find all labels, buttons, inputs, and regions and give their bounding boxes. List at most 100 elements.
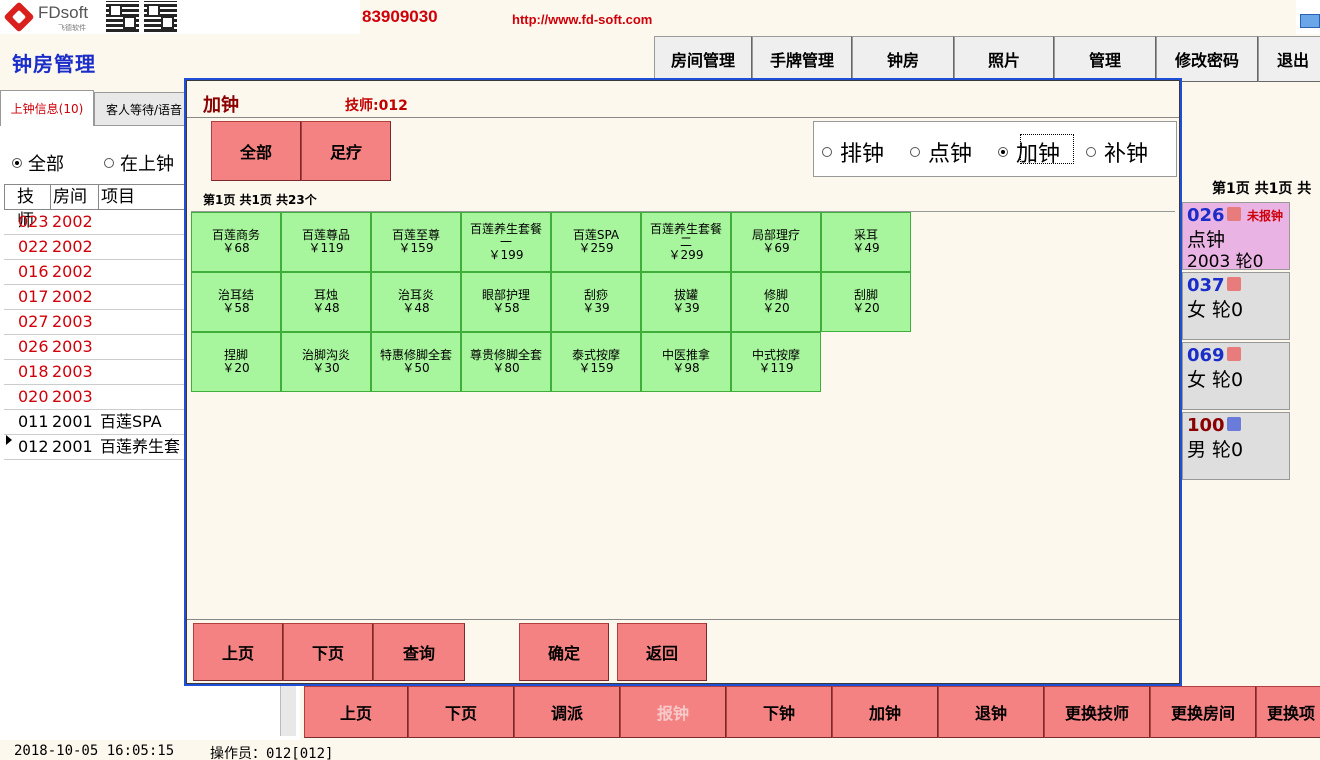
action-button-8[interactable]: 更换房间	[1150, 686, 1256, 738]
cell-tech: 016	[18, 262, 49, 281]
tech-card[interactable]: 100 男 轮0	[1182, 412, 1290, 480]
table-row[interactable]: 018 2003	[4, 360, 186, 385]
action-button-0[interactable]: 上页	[304, 686, 408, 738]
filter-all-radio[interactable]: 全部	[12, 150, 64, 176]
website-url[interactable]: http://www.fd-soft.com	[512, 12, 652, 27]
action-button-9[interactable]: 更换项	[1256, 686, 1320, 738]
cell-tech: 027	[18, 312, 49, 331]
cell-tech: 020	[18, 387, 49, 406]
action-button-2[interactable]: 调派	[514, 686, 620, 738]
filter-all-label: 全部	[28, 154, 64, 175]
cell-tech: 011	[18, 412, 49, 431]
mode-dian-radio[interactable]: 点钟	[910, 136, 972, 168]
service-item-button[interactable]: 眼部护理 ￥58	[461, 272, 551, 332]
tech-card[interactable]: 026 未报钟 点钟 2003 轮0	[1182, 202, 1290, 272]
nav-room-management[interactable]: 房间管理	[654, 36, 752, 82]
cell-tech: 012	[18, 437, 49, 456]
column-header-tech: 技师	[15, 185, 51, 231]
service-item-button[interactable]: 治耳结 ￥58	[191, 272, 281, 332]
window-corner-button[interactable]	[1300, 14, 1320, 28]
service-item-button[interactable]: 刮痧 ￥39	[551, 272, 641, 332]
action-button-6[interactable]: 退钟	[938, 686, 1044, 738]
radio-dot-icon	[104, 158, 114, 168]
tech-card-pager: 第1页 共1页 共	[1212, 181, 1312, 197]
service-item-button[interactable]: 采耳 ￥49	[821, 212, 911, 272]
service-item-button[interactable]: 百莲商务 ￥68	[191, 212, 281, 272]
dialog-title: 加钟	[203, 95, 239, 116]
category-foot-button[interactable]: 足疗	[301, 121, 391, 181]
table-row[interactable]: 020 2003	[4, 385, 186, 410]
table-row[interactable]: 011 2001 百莲SPA	[4, 410, 186, 435]
service-item-button[interactable]: 治耳炎 ￥48	[371, 272, 461, 332]
table-row[interactable]: 016 2002	[4, 260, 186, 285]
nav-change-password[interactable]: 修改密码	[1156, 36, 1258, 82]
nav-wristband-management[interactable]: 手牌管理	[752, 36, 852, 82]
dialog-back-button[interactable]: 返回	[617, 623, 707, 681]
nav-exit[interactable]: 退出	[1258, 36, 1320, 82]
dialog-divider	[187, 117, 1179, 118]
left-scrollbar[interactable]	[280, 686, 296, 736]
tech-card[interactable]: 037 女 轮0	[1182, 272, 1290, 340]
service-item-button[interactable]: 刮脚 ￥20	[821, 272, 911, 332]
table-row[interactable]: 012 2001 百莲养生套	[4, 435, 186, 460]
nav-photos[interactable]: 照片	[954, 36, 1054, 82]
service-item-button[interactable]: 尊贵修脚全套 ￥80	[461, 332, 551, 392]
filter-on-clock-radio[interactable]: 在上钟	[104, 150, 174, 176]
category-all-button[interactable]: 全部	[211, 121, 301, 181]
dialog-prev-page-button[interactable]: 上页	[193, 623, 283, 681]
service-item-button[interactable]: 中式按摩 ￥119	[731, 332, 821, 392]
service-item-button[interactable]: 拔罐 ￥39	[641, 272, 731, 332]
tech-info-line: 女 轮0	[1187, 369, 1244, 391]
service-item-button[interactable]: 耳烛 ￥48	[281, 272, 371, 332]
table-row[interactable]: 023 2002	[4, 210, 186, 235]
dialog-next-page-button[interactable]: 下页	[283, 623, 373, 681]
tab-guest-waiting[interactable]: 客人等待/语音	[94, 92, 194, 126]
table-row[interactable]: 026 2003	[4, 335, 186, 360]
service-item-button[interactable]: 百莲养生套餐一 ￥199	[461, 212, 551, 272]
action-button-5[interactable]: 加钟	[832, 686, 938, 738]
action-button-1[interactable]: 下页	[408, 686, 514, 738]
mode-pai-radio[interactable]: 排钟	[822, 136, 884, 168]
service-item-button[interactable]: 中医推拿 ￥98	[641, 332, 731, 392]
service-price: ￥39	[582, 301, 610, 315]
service-price: ￥48	[402, 301, 430, 315]
dialog-tech-label: 技师:012	[345, 98, 408, 114]
dialog-confirm-button[interactable]: 确定	[519, 623, 609, 681]
tech-number: 037	[1187, 275, 1225, 296]
service-price: ￥48	[312, 301, 340, 315]
table-row[interactable]: 017 2002	[4, 285, 186, 310]
tech-number: 069	[1187, 345, 1225, 366]
service-item-button[interactable]: 百莲养生套餐二 ￥299	[641, 212, 731, 272]
dialog-query-button[interactable]: 查询	[373, 623, 465, 681]
service-item-button[interactable]: 百莲至尊 ￥159	[371, 212, 461, 272]
service-item-button[interactable]: 局部理疗 ￥69	[731, 212, 821, 272]
service-item-button[interactable]: 治脚沟炎 ￥30	[281, 332, 371, 392]
mode-label: 点钟	[928, 142, 973, 167]
tech-avatar-icon	[1227, 347, 1241, 361]
mode-label: 补钟	[1104, 142, 1149, 167]
cell-room: 2003	[52, 312, 93, 331]
service-item-button[interactable]: 特惠修脚全套 ￥50	[371, 332, 461, 392]
nav-clock-room[interactable]: 钟房	[852, 36, 954, 82]
tech-card[interactable]: 069 女 轮0	[1182, 342, 1290, 410]
cell-tech: 018	[18, 362, 49, 381]
table-row[interactable]: 027 2003	[4, 310, 186, 335]
service-item-button[interactable]: 修脚 ￥20	[731, 272, 821, 332]
action-button-4[interactable]: 下钟	[726, 686, 832, 738]
action-button-3[interactable]: 报钟	[620, 686, 726, 738]
cell-room: 2001	[52, 437, 93, 456]
service-item-button[interactable]: 泰式按摩 ￥159	[551, 332, 641, 392]
column-header-project: 项目	[101, 187, 135, 207]
service-item-button[interactable]: 捏脚 ￥20	[191, 332, 281, 392]
mode-jia-radio[interactable]: 加钟	[998, 134, 1074, 168]
table-row[interactable]: 022 2002	[4, 235, 186, 260]
radio-dot-icon	[12, 158, 22, 168]
service-item-button[interactable]: 百莲尊品 ￥119	[281, 212, 371, 272]
service-item-button[interactable]: 百莲SPA ￥259	[551, 212, 641, 272]
cell-room: 2002	[52, 212, 93, 231]
mode-bu-radio[interactable]: 补钟	[1086, 136, 1148, 168]
tab-clock-info[interactable]: 上钟信息(10)	[0, 90, 94, 126]
action-button-7[interactable]: 更换技师	[1044, 686, 1150, 738]
nav-management[interactable]: 管理	[1054, 36, 1156, 82]
logo-brand-text: FDsoft	[38, 3, 89, 22]
